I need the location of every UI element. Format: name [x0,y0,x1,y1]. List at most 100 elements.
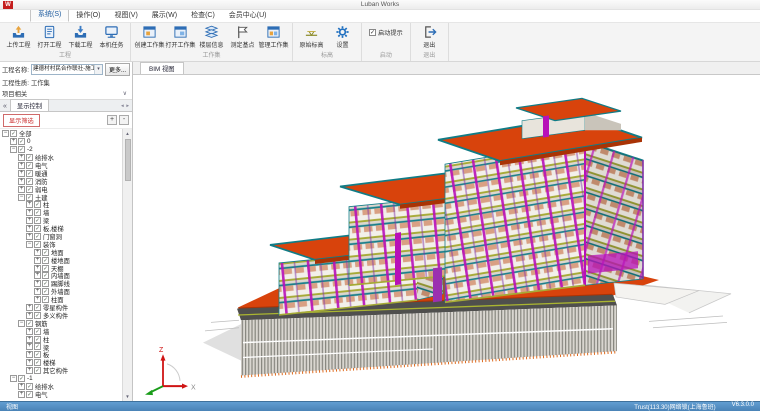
tree-checkbox[interactable]: ✓ [34,304,41,311]
settings-button[interactable]: 设置 [327,24,358,49]
scroll-thumb[interactable] [125,139,131,181]
tree-checkbox[interactable]: ✓ [34,336,41,343]
expand-icon[interactable]: + [34,249,41,256]
tree-item[interactable]: +✓其它构件 [0,367,122,375]
tree-item[interactable]: +✓电气 [0,162,122,170]
tree-checkbox[interactable]: ✓ [18,146,25,153]
expand-icon[interactable]: + [26,304,33,311]
tree-item[interactable]: +✓柱 [0,201,122,209]
zoom-out-button[interactable]: - [119,115,129,125]
floor-info-button[interactable]: 楼层信息 [196,24,227,49]
tab-display-control[interactable]: 显示控制 [10,99,49,111]
scroll-up-button[interactable]: ▲ [123,129,132,138]
more-button[interactable]: 更多... [105,63,130,76]
tree-item[interactable]: −✓-1 [0,375,122,383]
local-tasks-button[interactable]: 本机任务 [96,24,127,49]
expand-icon[interactable]: + [18,178,25,185]
project-name-combobox[interactable]: 建德村村民合作联社-施工模型 ▾ [31,64,103,75]
expand-icon[interactable]: + [18,391,25,398]
upload-project-button[interactable]: 上传工程 [3,24,34,49]
tree-checkbox[interactable]: ✓ [34,201,41,208]
tree-checkbox[interactable]: ✓ [34,343,41,350]
tree-checkbox[interactable]: ✓ [26,154,33,161]
expand-icon[interactable]: + [18,186,25,193]
tree-checkbox[interactable]: ✓ [34,217,41,224]
tree-item[interactable]: +✓梁 [0,343,122,351]
expand-icon[interactable]: + [10,138,17,145]
expand-icon[interactable]: + [26,343,33,350]
chevron-down-icon[interactable]: ▾ [94,65,102,74]
tree-checkbox[interactable]: ✓ [42,265,49,272]
expand-icon[interactable]: + [26,351,33,358]
project-related-header[interactable]: 项目相关 ∨ [0,88,132,99]
menu-member-center[interactable]: 会员中心(U) [222,10,274,22]
collapse-icon[interactable]: − [10,146,17,153]
expand-icon[interactable]: + [26,217,33,224]
expand-icon[interactable]: + [26,359,33,366]
expand-icon[interactable]: + [34,296,41,303]
scroll-down-button[interactable]: ▼ [123,392,132,401]
tree-item[interactable]: +✓柱 [0,335,122,343]
tree-item[interactable]: +✓电气 [0,390,122,398]
tree-checkbox[interactable]: ✓ [26,383,33,390]
tree-checkbox[interactable]: ✓ [26,178,33,185]
expand-icon[interactable]: + [26,312,33,319]
tree-item[interactable]: −✓钢筋 [0,319,122,327]
expand-icon[interactable]: + [34,280,41,287]
tree-checkbox[interactable]: ✓ [42,257,49,264]
menu-system[interactable]: 系统(S) [30,8,69,22]
tab-scroll-right-button[interactable]: ► [126,103,130,109]
expand-icon[interactable]: + [26,233,33,240]
expand-icon[interactable]: + [26,225,33,232]
scroll-track[interactable] [123,138,132,392]
tree-item[interactable]: +✓消防 [0,177,122,185]
tree-checkbox[interactable]: ✓ [42,272,49,279]
tree-checkbox[interactable]: ✓ [34,233,41,240]
tree-checkbox[interactable]: ✓ [26,391,33,398]
tree-checkbox[interactable]: ✓ [34,359,41,366]
bim-canvas[interactable]: Z X [133,75,760,401]
tree-item[interactable]: +✓给排水 [0,383,122,391]
collapse-icon[interactable]: − [26,241,33,248]
expand-icon[interactable]: + [18,383,25,390]
tree-checkbox[interactable]: ✓ [26,320,33,327]
expand-icon[interactable]: + [26,367,33,374]
startup-tip-checkbox[interactable]: ✓启动提示 [369,28,403,37]
tree-checkbox[interactable]: ✓ [34,225,41,232]
tree-item[interactable]: +✓墙 [0,327,122,335]
panel-collapse-button[interactable]: « [0,103,10,111]
tree-checkbox[interactable]: ✓ [34,241,41,248]
tree-checkbox[interactable]: ✓ [18,375,25,382]
tree-checkbox[interactable]: ✓ [26,186,33,193]
collapse-icon[interactable]: − [10,375,17,382]
tree-checkbox[interactable]: ✓ [42,288,49,295]
tree-item[interactable]: +✓墙 [0,209,122,217]
expand-icon[interactable]: + [26,336,33,343]
expand-icon[interactable]: + [26,328,33,335]
tab-scroll-left-button[interactable]: ◄ [120,103,124,109]
exit-button[interactable]: 退出 [414,24,445,49]
tree-checkbox[interactable]: ✓ [42,280,49,287]
tree-checkbox[interactable]: ✓ [42,249,49,256]
download-project-button[interactable]: 下载工程 [65,24,96,49]
collapse-icon[interactable]: − [18,320,25,327]
tree-item[interactable]: +✓暖通 [0,169,122,177]
create-workset-button[interactable]: 创建工作集 [134,24,165,49]
tree-checkbox[interactable]: ✓ [34,367,41,374]
expand-icon[interactable]: + [18,162,25,169]
collapse-icon[interactable]: − [2,130,9,137]
expand-icon[interactable]: + [18,154,25,161]
menu-display[interactable]: 展示(W) [145,10,184,22]
zoom-in-button[interactable]: + [107,115,117,125]
tree-checkbox[interactable]: ✓ [10,130,17,137]
tree-item[interactable]: −✓-2 [0,146,122,154]
manage-workset-button[interactable]: 管理工作集 [258,24,289,49]
tree-item[interactable]: +✓多义构件 [0,311,122,319]
tree-checkbox[interactable]: ✓ [26,162,33,169]
tree-checkbox[interactable]: ✓ [34,209,41,216]
tree-item[interactable]: +✓门窗洞 [0,233,122,241]
tree-item[interactable]: −✓全部 [0,130,122,138]
tree-item[interactable]: +✓0 [0,138,122,146]
tree-item[interactable]: +✓弱电 [0,185,122,193]
expand-icon[interactable]: + [34,257,41,264]
